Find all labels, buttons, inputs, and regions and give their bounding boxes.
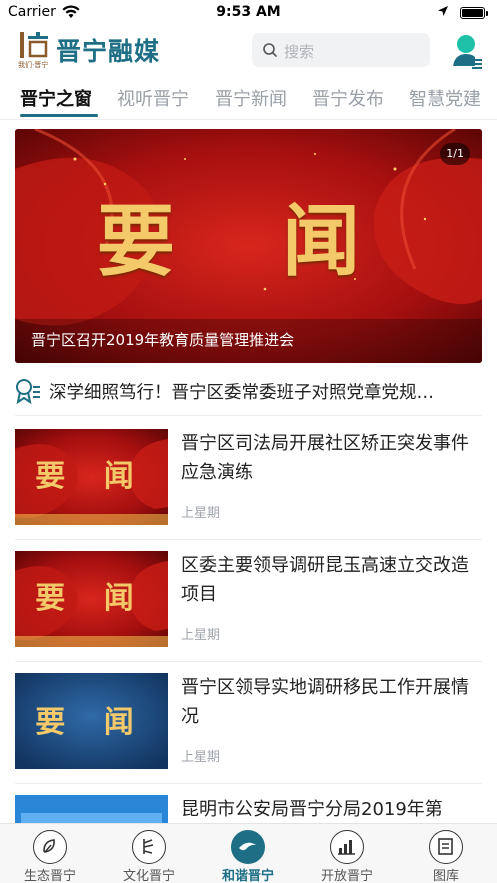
notice-text: 深学细照笃行！晋宁区委常委班子对照党章党规…: [49, 383, 434, 403]
news-thumbnail: 要 闻: [15, 551, 168, 647]
banner-carousel[interactable]: 要 闻 1/1 晋宁区召开2019年教育质量管理推进会: [15, 129, 482, 363]
page-indicator-badge: 1/1: [440, 143, 470, 165]
notice-item[interactable]: 深学细照笃行！晋宁区委常委班子对照党章党规…: [15, 368, 482, 416]
news-item[interactable]: 要 闻 区委主要领导调研昆玉高速立交改造项目 上星期: [15, 540, 482, 662]
banner-caption: 晋宁区召开2019年教育质量管理推进会: [31, 331, 295, 349]
app-header: 我们·晋宁 晋宁融媒 搜索: [0, 26, 497, 78]
award-ribbon-icon: [15, 378, 41, 408]
nav-label: 和谐晋宁: [221, 869, 274, 883]
news-title: 昆明市公安局晋宁分局2019年第: [181, 799, 443, 820]
nav-gallery[interactable]: 图库: [406, 828, 486, 883]
status-bar: Carrier 9:53 AM: [0, 0, 497, 26]
nav-open-jinning[interactable]: 开放晋宁: [307, 828, 387, 883]
nav-eco-jinning[interactable]: 生态晋宁: [10, 828, 90, 883]
eco-icon: [33, 830, 67, 864]
news-title: 区委主要领导调研昆玉高速立交改造项目: [181, 555, 469, 605]
news-timestamp: 上星期: [181, 506, 221, 521]
tab-audiovisual[interactable]: 视听晋宁: [117, 85, 189, 111]
user-profile-icon[interactable]: [450, 32, 484, 70]
news-title: 晋宁区司法局开展社区矫正突发事件应急演练: [181, 433, 469, 483]
news-timestamp: 上星期: [181, 628, 221, 643]
banner-headline-art: 要 闻: [96, 196, 401, 287]
thumbnail-text: 要 闻: [35, 705, 148, 740]
clock: 9:53 AM: [216, 4, 281, 20]
news-title: 晋宁区领导实地调研移民工作开展情况: [181, 677, 469, 727]
news-thumbnail: 要 闻: [15, 429, 168, 525]
bottom-tab-bar: 生态晋宁 文化晋宁 和谐晋宁 开放晋宁 图库: [0, 823, 497, 883]
open-chart-icon: [330, 830, 364, 864]
gallery-icon: [429, 830, 463, 864]
search-placeholder: 搜索: [284, 43, 315, 61]
thumbnail-text: 要 闻: [35, 581, 148, 616]
news-thumbnail: 要 闻: [15, 673, 168, 769]
news-timestamp: 上星期: [181, 750, 221, 765]
category-tabs: 晋宁之窗 视听晋宁 晋宁新闻 晋宁发布 智慧党建: [0, 80, 497, 120]
tab-jinning-window[interactable]: 晋宁之窗: [20, 85, 92, 111]
nav-culture-jinning[interactable]: 文化晋宁: [109, 828, 189, 883]
news-item[interactable]: 要 闻 晋宁区领导实地调研移民工作开展情况 上星期: [15, 662, 482, 784]
search-icon: [262, 42, 278, 62]
nav-label: 开放晋宁: [320, 869, 373, 883]
culture-icon: [132, 830, 166, 864]
nav-label: 图库: [432, 869, 459, 883]
nav-harmony-jinning[interactable]: 和谐晋宁: [208, 828, 288, 883]
brand-title: 晋宁融媒: [56, 37, 161, 66]
tab-release[interactable]: 晋宁发布: [312, 85, 384, 111]
logo-small-text: 我们·晋宁: [18, 61, 49, 69]
active-tab-indicator: [20, 114, 98, 117]
tab-news[interactable]: 晋宁新闻: [215, 85, 287, 111]
battery-icon: [460, 7, 488, 19]
news-item[interactable]: 要 闻 晋宁区司法局开展社区矫正突发事件应急演练 上星期: [15, 418, 482, 540]
harmony-icon: [231, 830, 265, 864]
app-logo: 我们·晋宁: [18, 30, 50, 70]
tab-smart-party[interactable]: 智慧党建: [409, 85, 481, 111]
location-arrow-icon: [437, 5, 449, 21]
search-input[interactable]: 搜索: [252, 33, 430, 67]
nav-label: 生态晋宁: [23, 869, 76, 883]
nav-label: 文化晋宁: [122, 869, 175, 883]
thumbnail-text: 要 闻: [35, 459, 148, 494]
